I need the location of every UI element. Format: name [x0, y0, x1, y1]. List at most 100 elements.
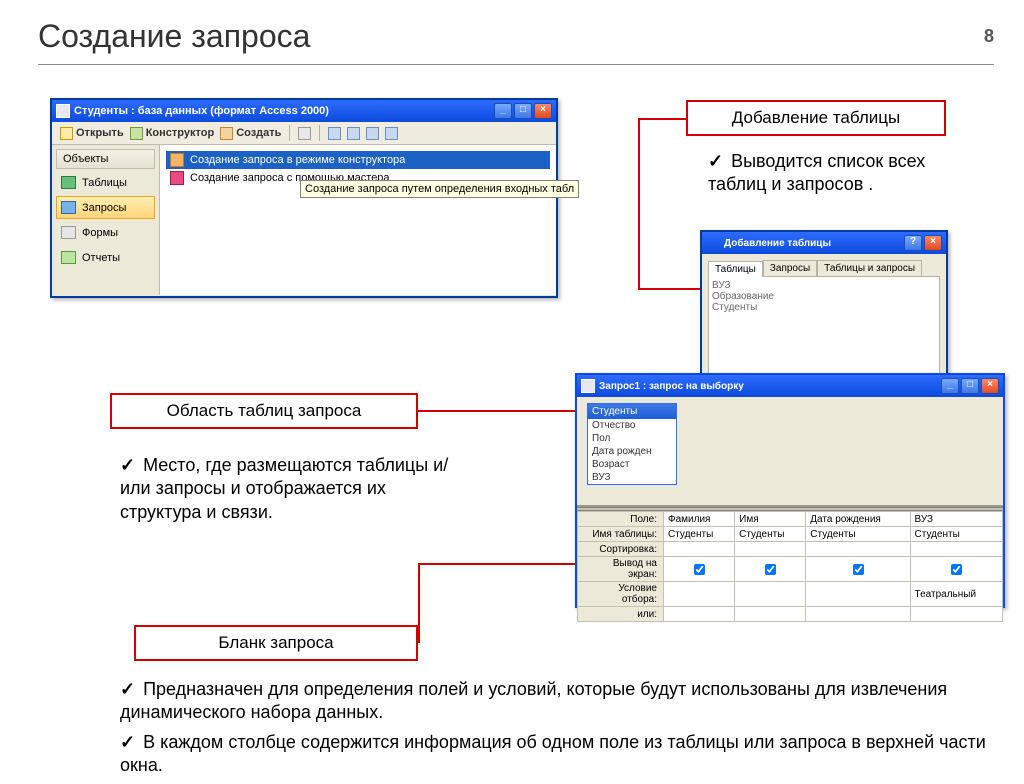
close-button[interactable]: × — [534, 103, 552, 119]
show-checkbox[interactable] — [806, 557, 910, 582]
query-window: Запрос1 : запрос на выборку _ □ × Студен… — [575, 373, 1005, 608]
db-titlebar[interactable]: Студенты : база данных (формат Access 20… — [52, 100, 556, 122]
grid-cell[interactable]: Студенты — [806, 527, 910, 542]
connector — [638, 118, 640, 290]
list-item[interactable]: Студенты — [712, 302, 936, 313]
cut-icon[interactable] — [298, 127, 311, 140]
nav-reports[interactable]: Отчеты — [56, 246, 155, 269]
create-button[interactable]: Создать — [220, 127, 281, 140]
dlg-help-button[interactable]: ? — [904, 235, 922, 251]
objects-header: Объекты — [56, 149, 155, 169]
dlg-tabs: Таблицы Запросы Таблицы и запросы — [702, 254, 946, 276]
create-icon — [220, 127, 233, 140]
dlg-title: Добавление таблицы — [724, 238, 831, 249]
title-underline — [38, 64, 994, 65]
db-window: Студенты : база данных (формат Access 20… — [50, 98, 558, 298]
row-label: Сортировка: — [578, 542, 664, 557]
page-number: 8 — [984, 26, 994, 47]
separator — [289, 125, 290, 141]
db-toolbar: Открыть Конструктор Создать — [52, 122, 556, 145]
list-item[interactable]: Образование — [712, 291, 936, 302]
minimize-button[interactable]: _ — [494, 103, 512, 119]
q-titlebar[interactable]: Запрос1 : запрос на выборку _ □ × — [577, 375, 1003, 397]
field-item[interactable]: Возраст — [588, 458, 676, 471]
tooltip: Создание запроса путем определения входн… — [300, 180, 579, 198]
maximize-button[interactable]: □ — [514, 103, 532, 119]
grid-cell[interactable]: Студенты — [735, 527, 806, 542]
tab-both[interactable]: Таблицы и запросы — [817, 260, 922, 276]
design-button[interactable]: Конструктор — [130, 127, 214, 140]
list-item[interactable]: ВУЗ — [712, 280, 936, 291]
view-icon-2[interactable] — [347, 127, 360, 140]
bullet-item: Выводится список всех таблиц и запросов … — [708, 150, 978, 197]
objects-panel: Объекты Таблицы Запросы Формы Отчеты — [52, 145, 160, 295]
field-item[interactable]: Пол — [588, 432, 676, 445]
grid-cell[interactable]: Театральный — [910, 582, 1002, 607]
tab-tables[interactable]: Таблицы — [708, 261, 763, 277]
dlg-titlebar[interactable]: Добавление таблицы ? × — [702, 232, 946, 254]
field-item[interactable]: Отчество — [588, 419, 676, 432]
close-button[interactable]: × — [981, 378, 999, 394]
bullet-list-3: Предназначен для определения полей и усл… — [120, 678, 990, 784]
bullet-item: В каждом столбце содержится информация о… — [120, 731, 990, 778]
grid-cell[interactable] — [664, 607, 735, 622]
row-label: Условие отбора: — [578, 582, 664, 607]
grid-cell[interactable]: Дата рождения — [806, 512, 910, 527]
view-icon-1[interactable] — [328, 127, 341, 140]
grid-cell[interactable] — [735, 542, 806, 557]
label-table-area: Область таблиц запроса — [110, 393, 418, 429]
grid-cell[interactable]: Фамилия — [664, 512, 735, 527]
nav-queries[interactable]: Запросы — [56, 196, 155, 219]
maximize-button[interactable]: □ — [961, 378, 979, 394]
queries-icon — [61, 201, 76, 214]
nav-tables[interactable]: Таблицы — [56, 171, 155, 194]
grid-cell[interactable] — [910, 607, 1002, 622]
list-item-designer[interactable]: Создание запроса в режиме конструктора — [166, 151, 550, 169]
open-button[interactable]: Открыть — [60, 127, 124, 140]
grid-cell[interactable] — [664, 582, 735, 607]
row-label: Вывод на экран: — [578, 557, 664, 582]
connector — [638, 118, 686, 120]
show-checkbox[interactable] — [664, 557, 735, 582]
grid-cell[interactable] — [806, 582, 910, 607]
bullet-list-2: Место, где размещаются таблицы и/или зап… — [120, 454, 460, 530]
designer-icon — [170, 153, 184, 167]
row-label: Поле: — [578, 512, 664, 527]
grid-cell[interactable] — [735, 582, 806, 607]
wizard-icon — [170, 171, 184, 185]
db-icon — [56, 104, 70, 118]
grid-cell[interactable] — [664, 542, 735, 557]
grid-cell[interactable]: Студенты — [910, 527, 1002, 542]
grid-cell[interactable] — [806, 607, 910, 622]
field-item[interactable]: Дата рожден — [588, 445, 676, 458]
grid-cell[interactable] — [806, 542, 910, 557]
forms-icon — [61, 226, 76, 239]
query-grid[interactable]: Поле: Фамилия Имя Дата рождения ВУЗ Имя … — [577, 511, 1003, 622]
query-tables-area[interactable]: Студенты Отчество Пол Дата рожден Возрас… — [577, 397, 1003, 507]
connector — [418, 563, 420, 643]
separator — [319, 125, 320, 141]
grid-cell[interactable]: Имя — [735, 512, 806, 527]
grid-cell[interactable]: ВУЗ — [910, 512, 1002, 527]
field-item[interactable]: ВУЗ — [588, 471, 676, 484]
grid-cell[interactable] — [735, 607, 806, 622]
nav-forms[interactable]: Формы — [56, 221, 155, 244]
minimize-button[interactable]: _ — [941, 378, 959, 394]
show-checkbox[interactable] — [910, 557, 1002, 582]
label-add-table: Добавление таблицы — [686, 100, 946, 136]
view-icon-4[interactable] — [385, 127, 398, 140]
slide-title: Создание запроса — [38, 18, 310, 55]
grid-cell[interactable]: Студенты — [664, 527, 735, 542]
show-checkbox[interactable] — [735, 557, 806, 582]
field-list[interactable]: Студенты Отчество Пол Дата рожден Возрас… — [587, 403, 677, 485]
view-icon-3[interactable] — [366, 127, 379, 140]
dlg-close-button[interactable]: × — [924, 235, 942, 251]
row-label: или: — [578, 607, 664, 622]
tab-queries[interactable]: Запросы — [763, 260, 817, 276]
tables-icon — [61, 176, 76, 189]
bullet-item: Предназначен для определения полей и усл… — [120, 678, 990, 725]
bullet-list-1: Выводится список всех таблиц и запросов … — [708, 150, 978, 203]
field-list-header[interactable]: Студенты — [588, 404, 676, 419]
grid-cell[interactable] — [910, 542, 1002, 557]
q-title: Запрос1 : запрос на выборку — [599, 381, 744, 392]
